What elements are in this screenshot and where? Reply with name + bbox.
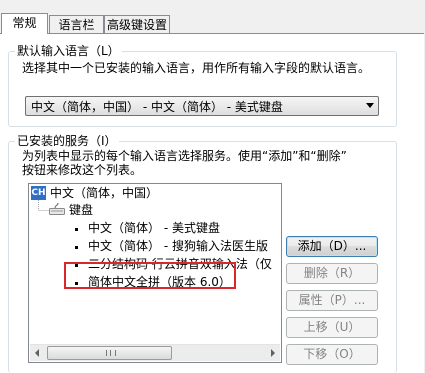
tab-advanced-label: 高级键设置 xyxy=(106,18,167,32)
move-down-button[interactable]: 下移（O） xyxy=(286,344,378,365)
scroll-right-button[interactable] xyxy=(264,345,280,361)
installed-services-group-label: 已安装的服务（I） xyxy=(15,133,119,149)
chevron-right-icon xyxy=(271,349,275,357)
add-button[interactable]: 添加（D）... xyxy=(286,236,378,257)
default-language-group-label: 默认输入语言（L） xyxy=(15,43,122,59)
scrollbar-thumb[interactable] xyxy=(47,346,172,360)
tab-language-bar-label: 语言栏 xyxy=(58,18,95,32)
scroll-left-button[interactable] xyxy=(30,345,46,361)
bullet-icon xyxy=(75,246,78,249)
installed-services-description-line1: 为列表中显示的每个输入语言选择服务。使用“添加”和“删除” xyxy=(22,149,347,163)
tree-item-us-keyboard[interactable]: 中文（简体） - 美式键盘 xyxy=(88,220,220,236)
tab-general-label: 常规 xyxy=(12,16,37,30)
chevron-left-icon xyxy=(35,349,39,357)
dropdown-arrow-icon xyxy=(366,103,374,108)
tree-keyboard-node[interactable]: 键盘 xyxy=(69,202,93,218)
tree-horizontal-scrollbar[interactable] xyxy=(30,344,280,361)
tab-language-bar[interactable]: 语言栏 xyxy=(49,15,104,33)
keyboard-icon xyxy=(49,203,65,215)
remove-button[interactable]: 删除（R） xyxy=(286,263,378,284)
tree-item-sogou[interactable]: 中文（简体） - 搜狗输入法医生版 xyxy=(88,238,268,254)
tab-advanced-key-settings[interactable]: 高级键设置 xyxy=(104,15,170,33)
default-language-select[interactable]: 中文（简体，中国） - 中文（简体） - 美式键盘 xyxy=(25,96,379,116)
move-up-button[interactable]: 上移（U） xyxy=(286,317,378,338)
tab-general[interactable]: 常规 xyxy=(1,13,48,34)
installed-services-description-line2: 按钮来修改这个列表。 xyxy=(22,163,143,177)
tab-strip: 常规 语言栏 高级键设置 xyxy=(0,13,425,34)
bullet-icon xyxy=(75,228,78,231)
highlight-box xyxy=(64,262,236,289)
grip-icon xyxy=(106,350,116,356)
default-language-description: 选择其中一个已安装的输入语言，用作所有输入字段的默认语言。 xyxy=(22,61,371,75)
properties-button[interactable]: 属性（P）... xyxy=(286,290,378,311)
default-language-select-value: 中文（简体，中国） - 中文（简体） - 美式键盘 xyxy=(31,100,283,114)
